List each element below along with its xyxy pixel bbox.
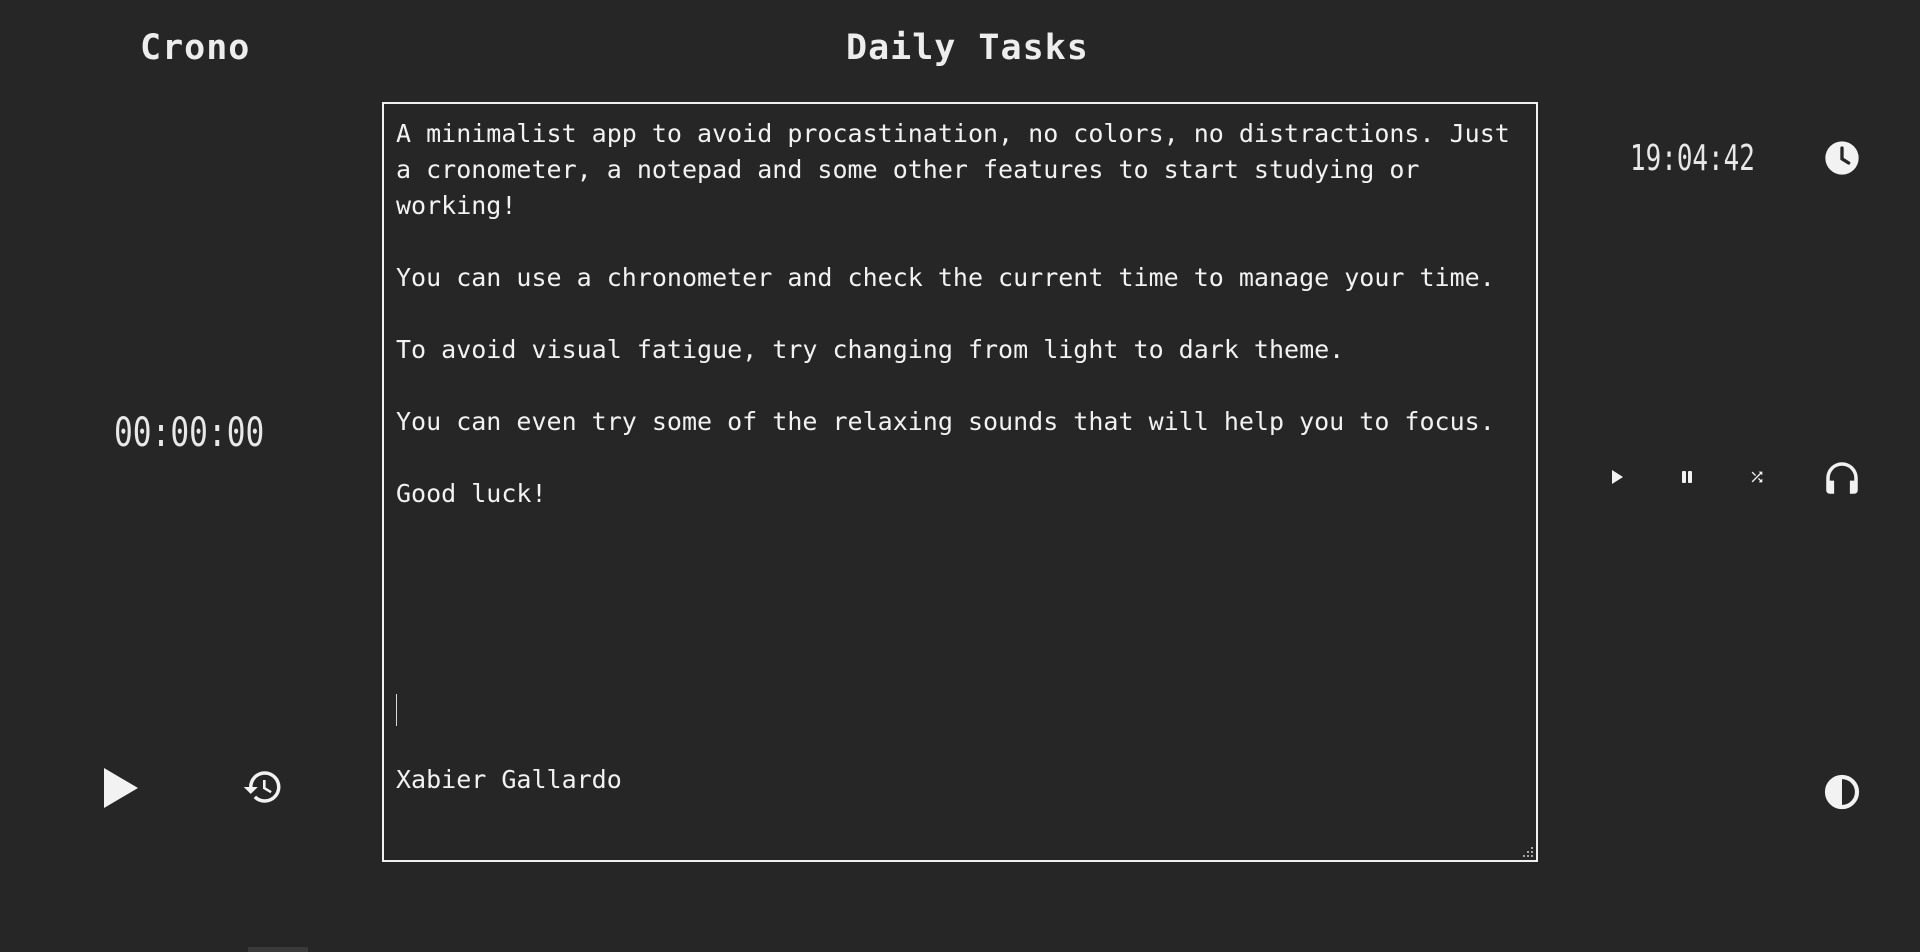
notepad[interactable]: A minimalist app to avoid procastination… [382, 102, 1538, 862]
notepad-signature[interactable]: Xabier Gallardo [396, 762, 622, 798]
text-caret [396, 694, 397, 726]
play-icon [1612, 470, 1623, 484]
play-icon [104, 768, 138, 808]
theme-toggle-button[interactable] [1822, 772, 1862, 812]
history-reset-icon [243, 771, 281, 803]
sound-pause-button[interactable] [1676, 466, 1698, 488]
sound-play-button[interactable] [1606, 466, 1628, 488]
resize-grip-icon[interactable] [1522, 846, 1534, 858]
chronometer-reset-button[interactable] [240, 764, 286, 810]
notepad-text[interactable]: A minimalist app to avoid procastination… [396, 116, 1522, 512]
clock-display: 19:04:42 [1630, 138, 1755, 179]
contrast-icon [1824, 774, 1860, 810]
sounds-button[interactable] [1820, 456, 1864, 500]
page-title: Daily Tasks [846, 28, 1089, 68]
app-title: Crono [140, 28, 251, 68]
pause-icon [1682, 471, 1692, 483]
clock-button[interactable] [1822, 138, 1862, 178]
sound-shuffle-button[interactable] [1746, 466, 1768, 488]
clock-icon [1825, 141, 1859, 175]
scroll-indicator [248, 947, 308, 952]
chronometer-display: 00:00:00 [114, 410, 265, 456]
chronometer-start-button[interactable] [98, 764, 142, 812]
shuffle-icon [1751, 471, 1763, 483]
headphones-icon [1826, 462, 1858, 494]
